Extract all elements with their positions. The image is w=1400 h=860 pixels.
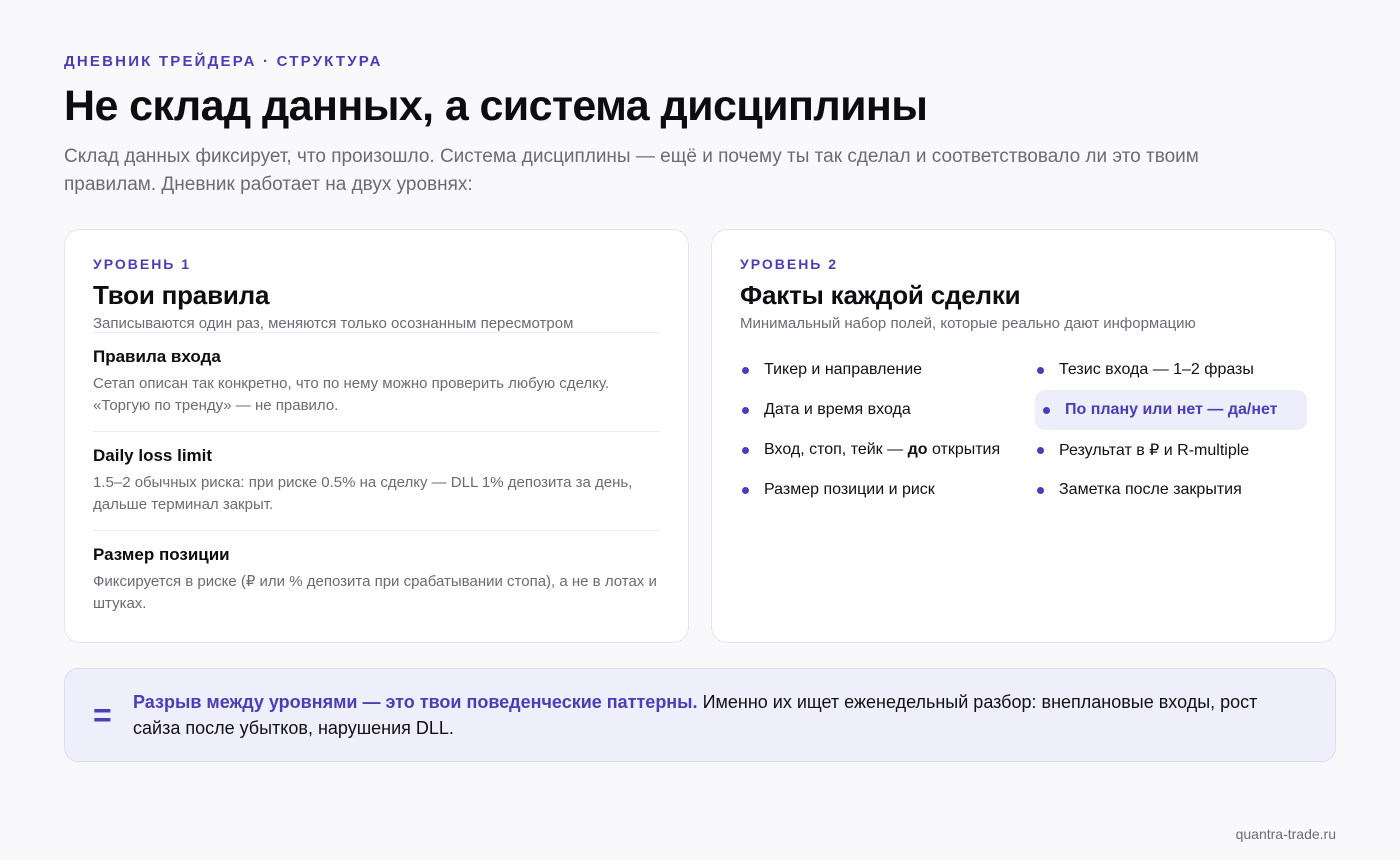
- rule-text: Сетап описан так конкретно, что по нему …: [93, 375, 610, 414]
- bullet-dot-icon: [742, 406, 749, 414]
- level-2-subtitle: Минимальный набор полей, которые реально…: [740, 315, 1196, 332]
- field-label: Тезис входа — 1–2 фразы: [1059, 361, 1254, 378]
- rule-text: 1.5–2 обычных риска: при риске 0.5% на с…: [93, 474, 633, 513]
- field-label: Дата и время входа: [764, 401, 911, 418]
- level-1-card: УРОВЕНЬ 1 Твои правила Записываются один…: [64, 229, 689, 643]
- field-label: Тикер и направление: [764, 361, 923, 378]
- level-1-title: Твои правила: [93, 280, 270, 310]
- bullet-dot-icon: [742, 446, 749, 454]
- gap-callout: = Разрыв между уровнями — это твои повед…: [64, 668, 1336, 762]
- level-1-subtitle: Записываются один раз, меняются только о…: [93, 315, 574, 332]
- field-label-post: открытия: [927, 441, 1001, 458]
- bullet-dot-icon: [1037, 486, 1044, 494]
- equals-icon: =: [93, 697, 112, 733]
- field-label: Размер позиции и риск: [764, 481, 935, 498]
- field-date: Дата и время входа: [740, 390, 1035, 430]
- rules-list: Правила входа Сетап описан так конкретно…: [93, 332, 660, 629]
- field-plan-highlighted: По плану или нет — да/нет: [1035, 390, 1307, 430]
- callout-text: Разрыв между уровнями — это твои поведен…: [133, 689, 1293, 741]
- bullet-dot-icon: [742, 366, 749, 374]
- rule-item-position-size: Размер позиции Фиксируется в риске (₽ ил…: [93, 530, 660, 629]
- field-label-pre: Вход, стоп, тейк —: [764, 441, 908, 458]
- field-thesis: Тезис входа — 1–2 фразы: [1035, 350, 1307, 390]
- eyebrow-label: ДНЕВНИК ТРЕЙДЕРА · СТРУКТУРА: [64, 53, 383, 70]
- bullet-dot-icon: [1043, 406, 1050, 414]
- field-entry-stop-take: Вход, стоп, тейк — до открытия: [740, 430, 1035, 470]
- field-label-emphasis: до: [907, 441, 928, 458]
- rule-text: Фиксируется в риске (₽ или % депозита пр…: [93, 573, 657, 612]
- rule-item-entry: Правила входа Сетап описан так конкретно…: [93, 332, 660, 431]
- field-label: Результат в ₽ и R-multiple: [1059, 442, 1250, 459]
- level-2-title: Факты каждой сделки: [740, 280, 1021, 310]
- footer-site-link[interactable]: quantra-trade.ru: [1236, 826, 1336, 842]
- bullet-dot-icon: [1037, 366, 1044, 374]
- field-label: По плану или нет — да/нет: [1065, 401, 1278, 418]
- rule-title: Размер позиции: [93, 545, 230, 564]
- callout-emphasis: Разрыв между уровнями — это твои поведен…: [133, 692, 698, 712]
- field-note: Заметка после закрытия: [1035, 470, 1307, 510]
- field-result: Результат в ₽ и R-multiple: [1035, 430, 1307, 470]
- field-label: Вход, стоп, тейк — до открытия: [764, 441, 1000, 459]
- level-2-card: УРОВЕНЬ 2 Факты каждой сделки Минимальны…: [711, 229, 1336, 643]
- bullet-dot-icon: [742, 486, 749, 494]
- field-position-risk: Размер позиции и риск: [740, 470, 1035, 510]
- bullet-dot-icon: [1037, 446, 1044, 454]
- field-ticker: Тикер и направление: [740, 350, 1035, 390]
- level-2-label: УРОВЕНЬ 2: [740, 256, 839, 272]
- trade-fields-list: Тикер и направление Тезис входа — 1–2 фр…: [740, 350, 1307, 510]
- level-1-label: УРОВЕНЬ 1: [93, 256, 192, 272]
- page-lede: Склад данных фиксирует, что произошло. С…: [64, 146, 1199, 195]
- rule-title: Правила входа: [93, 347, 221, 366]
- field-label: Заметка после закрытия: [1059, 481, 1242, 498]
- page-title: Не склад данных, а система дисциплины: [64, 82, 928, 130]
- rule-item-dll: Daily loss limit 1.5–2 обычных риска: пр…: [93, 431, 660, 530]
- rule-title: Daily loss limit: [93, 446, 213, 465]
